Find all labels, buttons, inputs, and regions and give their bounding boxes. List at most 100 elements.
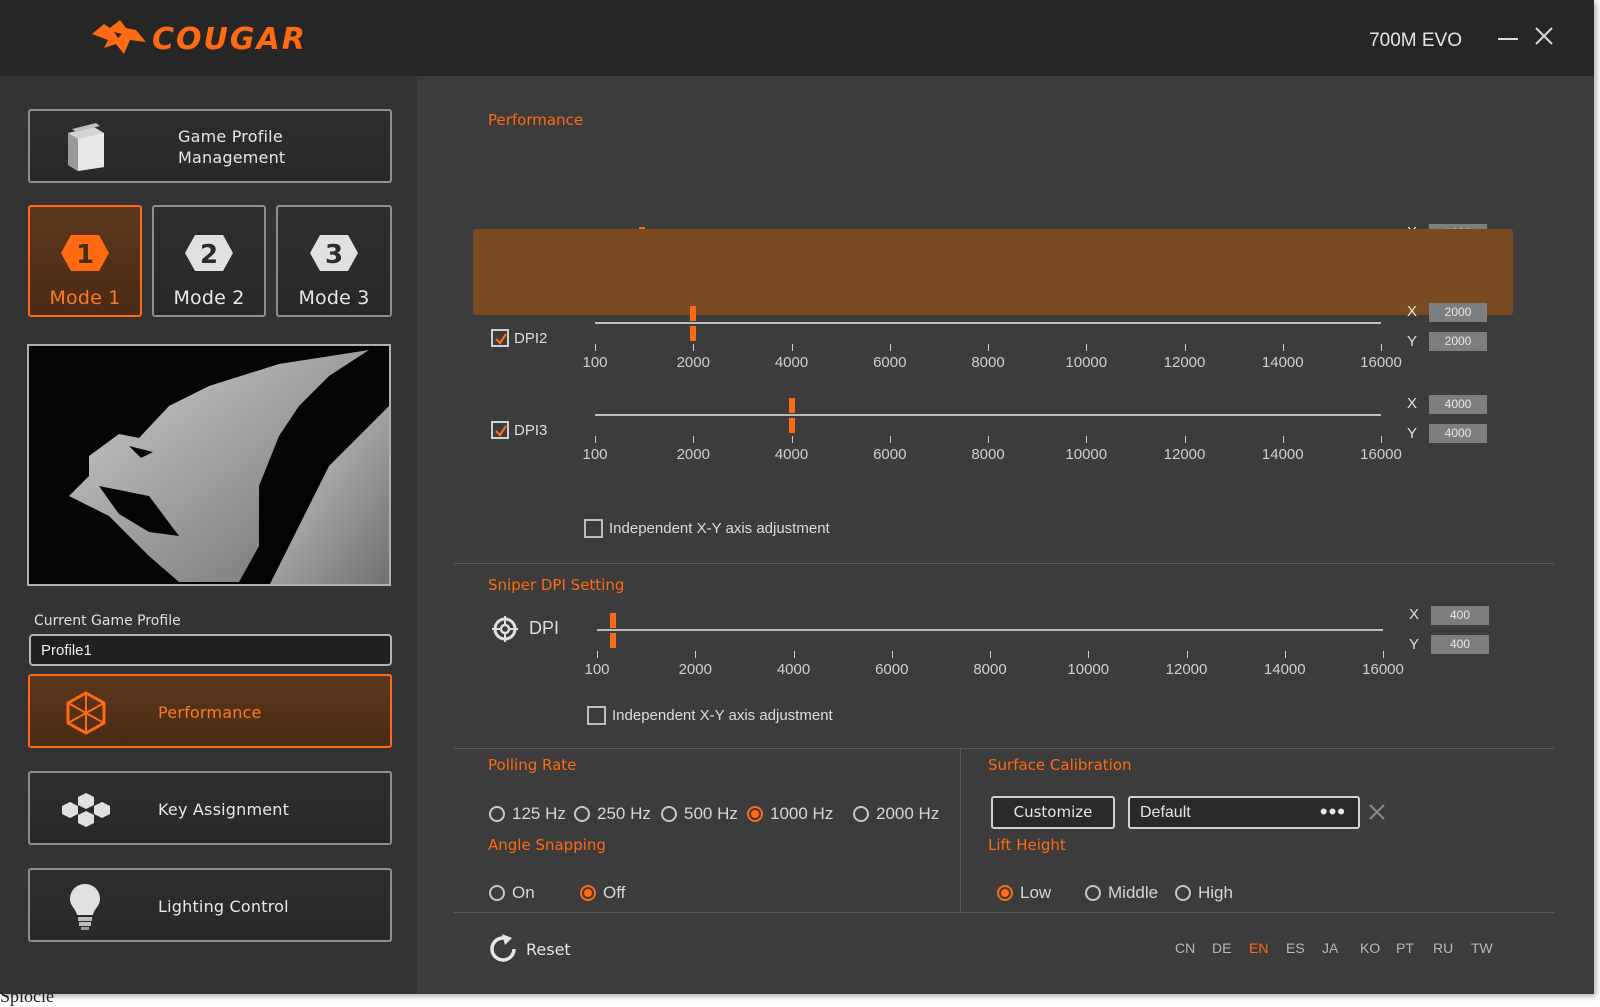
radio-dot (574, 806, 590, 822)
scale-tick (1381, 344, 1382, 351)
mode-1-button[interactable]: 1 Mode 1 (28, 205, 142, 317)
profile-mgmt-label-line2: Management (178, 148, 286, 167)
dpi3-checkbox[interactable] (491, 421, 509, 439)
sniper-independent-xy-label: Independent X-Y axis adjustment (612, 707, 833, 724)
scale-label: 10000 (1067, 661, 1110, 678)
language-en[interactable]: EN (1249, 940, 1268, 956)
scale-tick (791, 436, 793, 443)
mode-1-hex-icon: 1 (61, 235, 109, 271)
scale-tick (1383, 651, 1384, 658)
dpi2-y-value[interactable] (1429, 332, 1487, 351)
scale-label: 2000 (676, 446, 710, 463)
dpi2-label: DPI2 (514, 330, 548, 347)
cougar-logo: COUGAR (86, 14, 366, 62)
game-profile-management-button[interactable]: Game Profile Management (28, 109, 392, 183)
language-ko[interactable]: KO (1360, 940, 1380, 956)
divider (454, 563, 1554, 564)
scale-tick (1284, 651, 1286, 658)
clear-surface-button[interactable] (1366, 801, 1388, 823)
nav-key-assignment-button[interactable]: Key Assignment (28, 771, 392, 845)
dpi2-slider-thumb[interactable] (690, 306, 697, 341)
scale-tick (595, 344, 596, 351)
radio-dot (489, 806, 505, 822)
scale-label: 6000 (873, 354, 907, 371)
language-tw[interactable]: TW (1471, 940, 1493, 956)
radio-dot (661, 806, 677, 822)
dpi3-slider-track[interactable] (595, 414, 1381, 416)
mode-3-button[interactable]: 3 Mode 3 (276, 205, 392, 317)
nav-key-assignment-label: Key Assignment (158, 800, 290, 819)
minimize-button[interactable] (1496, 22, 1520, 46)
performance-section-title: Performance (488, 111, 584, 129)
customize-button[interactable]: Customize (991, 796, 1115, 829)
dpi3-x-value[interactable] (1429, 395, 1487, 414)
dpi2-x-value[interactable] (1429, 303, 1487, 322)
svg-text:2: 2 (200, 240, 218, 270)
scale-tick (595, 436, 596, 443)
nav-lighting-control-button[interactable]: Lighting Control (28, 868, 392, 942)
svg-text:3: 3 (325, 240, 343, 270)
polling-rate-option-label: 1000 Hz (770, 804, 834, 823)
scale-tick (693, 436, 695, 443)
language-cn[interactable]: CN (1175, 940, 1195, 956)
reset-button[interactable]: Reset (486, 932, 596, 966)
reset-icon (490, 934, 516, 962)
mode-2-button[interactable]: 2 Mode 2 (152, 205, 266, 317)
divider (454, 912, 1554, 913)
lift-height-option-label: High (1198, 883, 1233, 902)
scale-label: 16000 (1360, 354, 1402, 371)
scale-tick (597, 651, 598, 658)
sniper-slider-thumb[interactable] (609, 613, 616, 648)
axis-x-label: X (1407, 303, 1418, 320)
scale-label: 2000 (678, 661, 712, 678)
scale-tick (988, 436, 989, 443)
dpi2-checkbox[interactable] (491, 329, 509, 347)
surface-selected-value: Default (1140, 804, 1191, 821)
scale-tick (990, 651, 991, 658)
polling-rate-option-label: 125 Hz (512, 804, 566, 823)
current-game-profile-input[interactable] (29, 634, 392, 666)
profile-folder-icon (68, 123, 104, 171)
radio-dot (747, 806, 763, 822)
device-model: 700M EVO (1369, 30, 1462, 51)
current-game-profile-label: Current Game Profile (34, 613, 181, 629)
sidebar: Game Profile Management 1 Mode 1 2 Mode … (0, 76, 417, 994)
lift-height-option-label: Middle (1108, 883, 1159, 902)
scale-label: 6000 (875, 661, 909, 678)
sniper-x-value[interactable] (1431, 606, 1489, 625)
scale-label: 8000 (973, 661, 1007, 678)
scale-label: 14000 (1261, 354, 1304, 371)
scale-label: 10000 (1065, 354, 1108, 371)
dpi3-slider-thumb[interactable] (788, 398, 795, 433)
lightbulb-icon (70, 884, 100, 930)
language-es[interactable]: ES (1286, 940, 1305, 956)
language-pt[interactable]: PT (1396, 940, 1414, 956)
scale-tick (1184, 436, 1186, 443)
scale-tick (1184, 344, 1186, 351)
nav-performance-button[interactable]: Performance (28, 674, 392, 748)
close-icon (1535, 27, 1553, 45)
scale-label: 100 (582, 354, 608, 371)
dpi2-slider-track[interactable] (595, 322, 1381, 324)
scale-label: 4000 (776, 661, 811, 678)
language-ja[interactable]: JA (1322, 940, 1338, 956)
sniper-y-value[interactable] (1431, 635, 1489, 654)
radio-dot (489, 885, 505, 901)
crosshair-icon (492, 616, 518, 642)
surface-calibration-select[interactable]: Default ••• (1128, 796, 1360, 829)
mode-3-label: Mode 3 (298, 287, 370, 309)
radio-dot (580, 885, 596, 901)
app-window: COUGAR 700M EVO Game Profile Management (0, 0, 1594, 994)
scale-label: 4000 (774, 446, 809, 463)
lift-height-title: Lift Height (988, 836, 1066, 854)
scale-tick (1381, 436, 1382, 443)
dpi3-y-value[interactable] (1429, 424, 1487, 443)
dpi2-row-highlight (473, 229, 1513, 315)
sniper-slider-track[interactable] (597, 629, 1383, 631)
mode-3-hex-icon: 3 (310, 235, 358, 271)
close-button[interactable] (1532, 24, 1556, 48)
language-de[interactable]: DE (1212, 940, 1231, 956)
polling-rate-option-label: 500 Hz (684, 804, 738, 823)
scale-label: 8000 (971, 354, 1005, 371)
language-ru[interactable]: RU (1433, 940, 1453, 956)
